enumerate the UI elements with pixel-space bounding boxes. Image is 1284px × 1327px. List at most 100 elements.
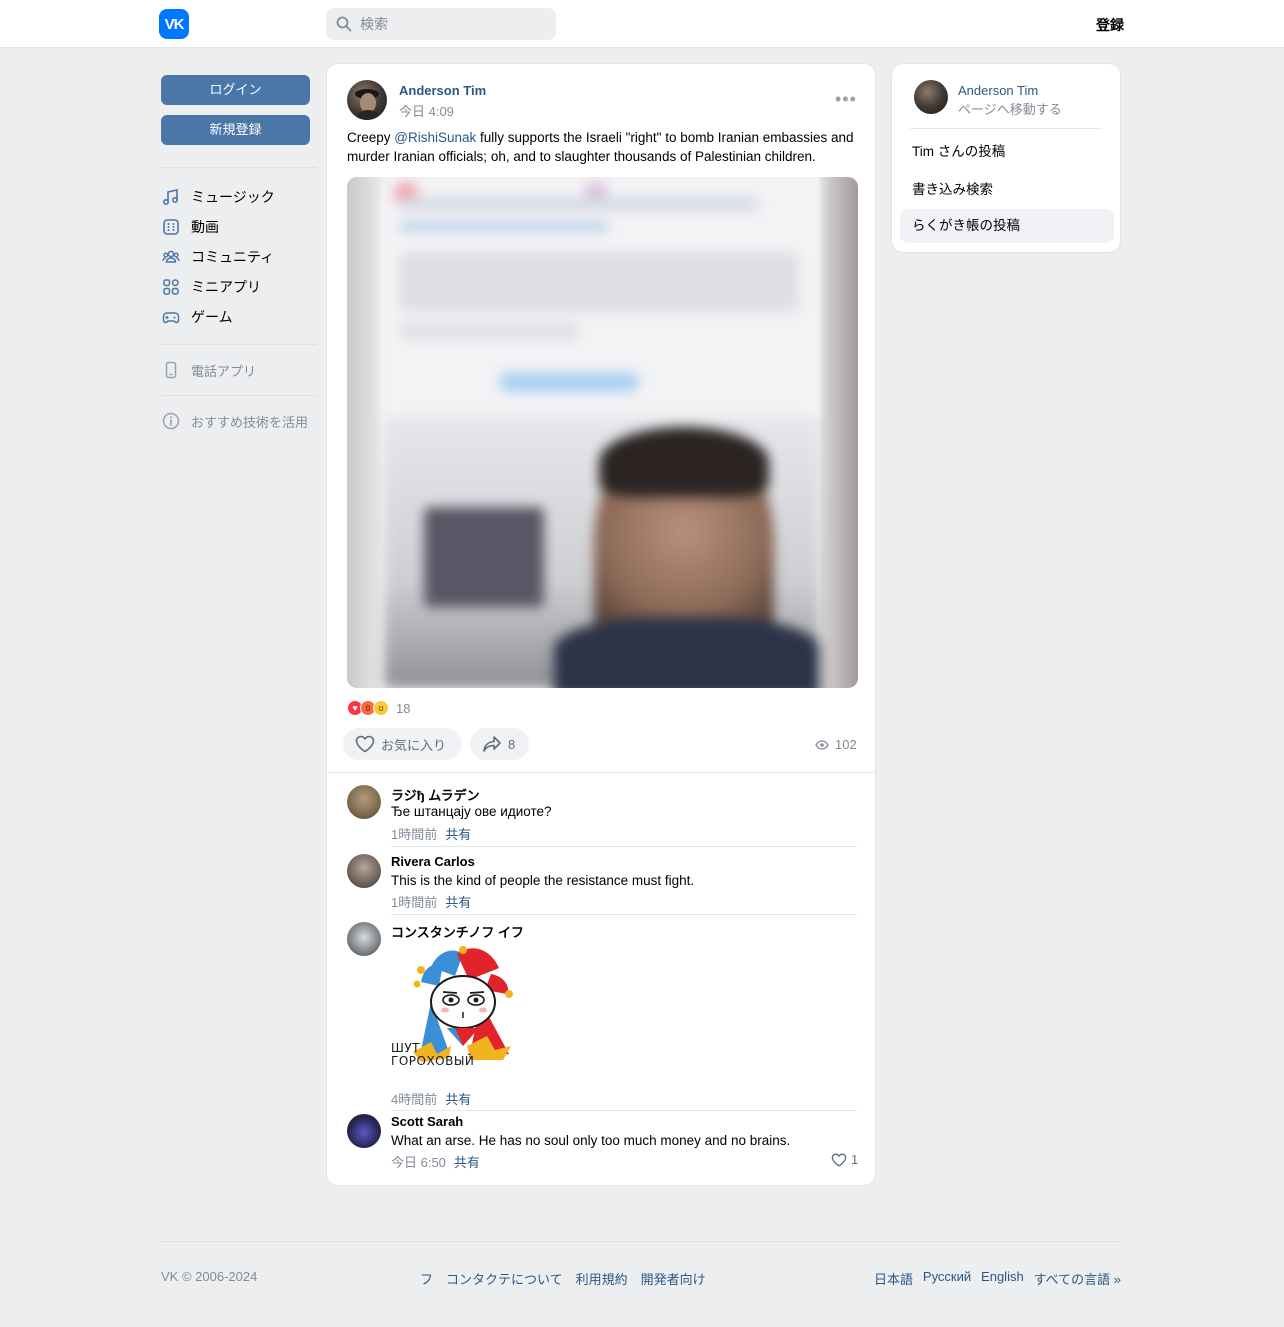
nav-item-label: ミュージック [191,189,275,205]
share-arrow-icon [482,735,502,753]
nav-item-label: ミニアプリ [191,279,261,295]
nav-item-label: 動画 [191,219,219,235]
nav-item-games[interactable]: ゲーム [161,302,317,332]
like-button[interactable]: お気に入り [343,728,462,760]
divider [161,167,317,168]
divider [391,914,857,915]
footer-links: フ コンタクテについて 利用規約 開発者向け [420,1269,719,1288]
comment-item: コンスタンチノフ イフ ШУТ ГОРОХОВЫЙ 4時間前 共有 [347,922,857,1111]
footer-languages: 日本語 Русский English すべての言語 » [874,1269,1121,1288]
divider [391,1110,857,1111]
comment-share-link[interactable]: 共有 [445,1092,471,1107]
language-russian[interactable]: Русский [923,1269,971,1288]
nav-item-label: おすすめ技術を活用 [191,414,309,430]
post-image[interactable] [347,177,858,688]
menu-item-search-posts[interactable]: 書き込み検索 [900,173,1114,207]
profile-name[interactable]: Anderson Tim [958,83,1038,98]
comment-time[interactable]: 1時間前 [391,827,437,842]
nav-item-music[interactable]: ミュージック [161,182,317,212]
footer-copyright: VK © 2006-2024 [161,1269,258,1284]
community-icon [161,247,181,267]
comment-item: Rivera Carlos This is the kind of people… [347,854,857,915]
commenter-avatar[interactable] [347,1114,381,1148]
post-text-before: Creepy [347,130,395,145]
profile-avatar[interactable] [914,80,948,114]
left-sidebar: ログイン 新規登録 ミュージック 動画 コミュニティ ミニアプリ ゲーム 電話ア… [161,75,317,436]
reactions-count: 18 [396,700,411,716]
footer-link[interactable]: フ [420,1269,433,1288]
search-icon [336,16,352,32]
reactions-summary[interactable]: ♥ ò ʊ 18 [347,700,410,716]
heart-outline-icon [355,735,375,753]
search-input[interactable] [360,16,540,32]
comment-share-link[interactable]: 共有 [454,1155,480,1170]
comment-time[interactable]: 1時間前 [391,895,437,910]
views-counter: 102 [815,737,857,752]
comment-item: ラジђ ムラデン Ђе штанцају ове идиоте? 1時間前 共有 [347,785,857,847]
signup-button[interactable]: 新規登録 [161,115,310,145]
heart-outline-icon [831,1152,847,1167]
top-bar: VK 登録 [0,0,1284,48]
video-icon [161,217,181,237]
comment-time[interactable]: 4時間前 [391,1092,437,1107]
vk-logo[interactable]: VK [159,9,189,39]
commenter-avatar[interactable] [347,854,381,888]
nav-item-phone-app[interactable]: 電話アプリ [161,355,317,385]
language-english[interactable]: English [981,1269,1024,1288]
comment-meta: 4時間前 共有 [391,1089,471,1108]
comment-meta: 今日 6:50 共有 [391,1152,480,1171]
post-text: Creepy @RishiSunak fully supports the Is… [347,128,859,166]
divider [161,1241,1121,1242]
commenter-avatar[interactable] [347,922,381,956]
comment-like-count: 1 [851,1152,859,1167]
eye-icon [815,739,829,750]
comment-time[interactable]: 今日 6:50 [391,1155,446,1170]
go-to-page-link[interactable]: ページへ移動する [958,99,1062,118]
login-button[interactable]: ログイン [161,75,310,105]
more-options-icon[interactable]: ••• [835,90,857,108]
commenter-name[interactable]: コンスタンチノフ イフ [391,922,524,941]
share-button[interactable]: 8 [470,728,529,760]
blurred-screenshot [384,177,820,688]
nav-item-recommend[interactable]: おすすめ技術を活用 [161,406,317,436]
views-count: 102 [835,737,857,752]
info-icon [161,411,181,431]
post-time[interactable]: 今日 4:09 [399,101,454,120]
footer-link-developers[interactable]: 開発者向け [641,1269,706,1288]
like-label: お気に入り [381,737,447,753]
right-panel: Anderson Tim ページへ移動する Tim さんの投稿 書き込み検索 ら… [891,63,1121,253]
footer-link-about[interactable]: コンタクテについて [446,1269,563,1288]
author-avatar[interactable] [347,80,387,120]
language-japanese[interactable]: 日本語 [874,1269,913,1288]
jester-sticker[interactable]: ШУТ ГОРОХОВЫЙ [391,942,521,1072]
commenter-avatar[interactable] [347,785,381,819]
mini-apps-icon [161,277,181,297]
nav-item-video[interactable]: 動画 [161,212,317,242]
comment-share-link[interactable]: 共有 [445,895,471,910]
footer-link-terms[interactable]: 利用規約 [576,1269,628,1288]
commenter-name[interactable]: Rivera Carlos [391,854,475,869]
nav-item-mini-apps[interactable]: ミニアプリ [161,272,317,302]
sticker-caption-line-2: ГОРОХОВЫЙ [391,1054,475,1068]
comment-text: What an arse. He has no soul only too mu… [391,1133,791,1148]
menu-item-wall-posts[interactable]: らくがき帳の投稿 [900,209,1114,243]
comment-like-button[interactable]: 1 [831,1152,858,1167]
laugh-reaction-icon: ʊ [373,700,389,716]
author-name[interactable]: Anderson Tim [399,83,486,98]
mention-link[interactable]: @RishiSunak [394,130,476,145]
comment-meta: 1時間前 共有 [391,824,471,843]
nav-item-community[interactable]: コミュニティ [161,242,317,272]
divider [161,395,317,396]
language-all[interactable]: すべての言語 » [1034,1269,1121,1288]
menu-item-user-posts[interactable]: Tim さんの投稿 [900,135,1114,169]
nav-item-label: ゲーム [191,309,233,325]
commenter-name[interactable]: ラジђ ムラデン [391,785,480,804]
search-box[interactable] [326,8,556,40]
comment-text: Ђе штанцају ове идиоте? [391,804,552,819]
gamepad-icon [161,307,181,327]
register-link[interactable]: 登録 [1096,15,1124,35]
divider [161,344,317,345]
comment-share-link[interactable]: 共有 [445,827,471,842]
comment-text: This is the kind of people the resistanc… [391,873,695,888]
commenter-name[interactable]: Scott Sarah [391,1114,463,1129]
